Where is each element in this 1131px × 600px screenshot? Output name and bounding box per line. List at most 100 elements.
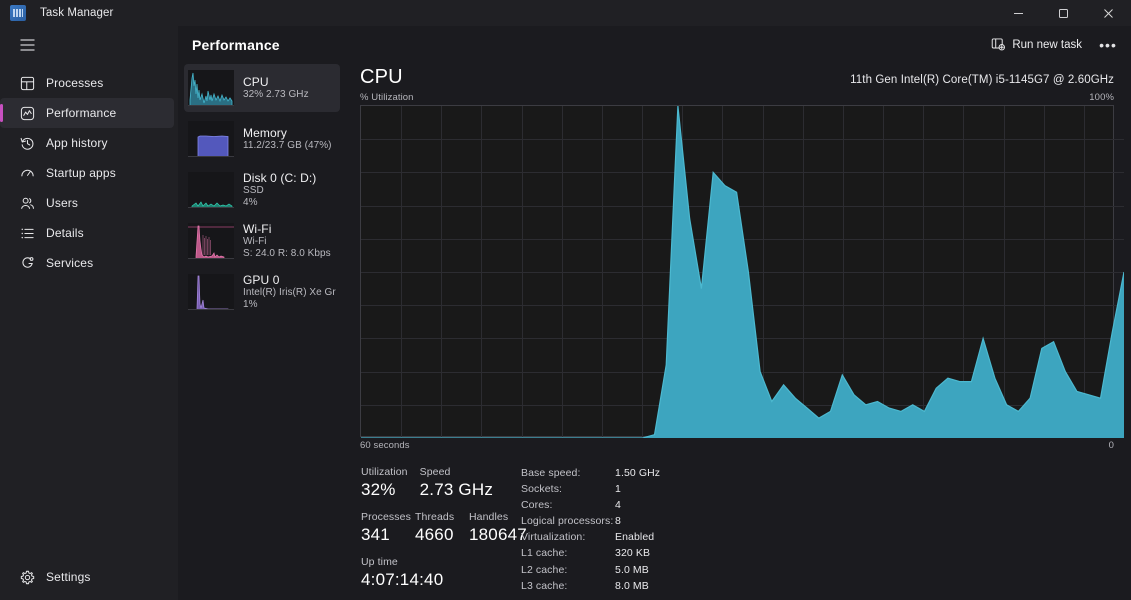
stat-key: L3 cache: <box>521 579 568 592</box>
window-title: Task Manager <box>40 7 114 19</box>
stat-value: 4:07:14:40 <box>361 570 444 589</box>
performance-content: CPU 32% 2.73 GHz Memory 11.2/23.7 GB (47… <box>178 64 1131 600</box>
stat-label: Threads <box>415 511 455 523</box>
stat-key: Logical processors: <box>521 515 614 528</box>
resource-line1: 32% 2.73 GHz <box>243 88 309 100</box>
sidebar-item-label: Startup apps <box>46 166 116 180</box>
resource-item-cpu[interactable]: CPU 32% 2.73 GHz <box>184 64 340 112</box>
resource-line1: Intel(R) Iris(R) Xe Gra… <box>243 286 336 298</box>
stat-key: Cores: <box>521 499 553 512</box>
resource-name: GPU 0 <box>243 272 280 287</box>
graph-axis-bottom: 60 seconds 0 <box>360 440 1114 451</box>
cpu-model-name: 11th Gen Intel(R) Core(TM) i5-1145G7 @ 2… <box>850 74 1114 86</box>
stat-key: L1 cache: <box>521 547 568 560</box>
sidebar-item-performance[interactable]: Performance <box>0 98 174 128</box>
sidebar-item-label: Performance <box>46 106 117 120</box>
stat-threads: Threads 4660 <box>415 510 457 546</box>
resource-item-memory[interactable]: Memory 11.2/23.7 GB (47%) <box>184 115 340 163</box>
stat-value: 4660 <box>415 525 454 544</box>
stats-left-column: Utilization 32% Speed 2.73 GHz Processes <box>361 465 527 600</box>
hamburger-menu-button[interactable] <box>0 26 178 64</box>
sidebar-item-users[interactable]: Users <box>0 188 174 218</box>
y-axis-max-label: 100% <box>1089 92 1114 103</box>
stats-group-counts: Processes 341 Threads 4660 Handles 18064… <box>361 510 527 546</box>
resource-line1: Wi-Fi <box>243 235 267 247</box>
stat-value: 8.0 MB <box>615 579 649 592</box>
stat-label: Up time <box>361 556 398 568</box>
minimize-icon[interactable] <box>996 0 1041 26</box>
gear-icon <box>12 570 42 585</box>
resource-name: Wi-Fi <box>243 221 272 236</box>
sidebar-item-app-history[interactable]: App history <box>0 128 174 158</box>
resource-meta: Memory 11.2/23.7 GB (47%) <box>243 126 332 153</box>
resource-line2: 4% <box>243 197 258 208</box>
task-manager-icon <box>10 5 26 21</box>
resource-line2: S: 24.0 R: 8.0 Kbps <box>243 248 331 259</box>
stat-uptime: Up time 4:07:14:40 <box>361 555 443 591</box>
processes-icon <box>12 76 42 91</box>
stat-label: Utilization <box>361 466 408 478</box>
stat-value: 320 KB <box>615 547 651 560</box>
chart-canvas <box>361 106 1124 438</box>
graph-axis-top: % Utilization 100% <box>360 92 1114 103</box>
stat-row: Virtualization: Enabled <box>521 529 660 545</box>
title-bar: Task Manager <box>0 0 1131 26</box>
stat-value: 180647 <box>469 525 527 544</box>
close-icon[interactable] <box>1086 0 1131 26</box>
stat-key: L2 cache: <box>521 563 568 576</box>
sidebar-item-details[interactable]: Details <box>0 218 174 248</box>
resource-name: Memory <box>243 125 287 140</box>
stat-row: Logical processors: 8 <box>521 513 660 529</box>
stat-value: 8 <box>615 515 621 528</box>
sidebar-item-startup-apps[interactable]: Startup apps <box>0 158 174 188</box>
stat-processes: Processes 341 <box>361 510 411 546</box>
stats-group-utilization: Utilization 32% Speed 2.73 GHz <box>361 465 511 501</box>
sidebar-item-label: Settings <box>46 570 91 584</box>
maximize-icon[interactable] <box>1041 0 1086 26</box>
sidebar-item-settings[interactable]: Settings <box>0 562 174 592</box>
sidebar-item-label: Processes <box>46 76 104 90</box>
history-icon <box>12 136 42 151</box>
x-axis-right-label: 0 <box>1108 440 1114 451</box>
more-options-button[interactable]: ••• <box>1093 31 1123 59</box>
gpu-thumbnail-graph <box>188 274 234 310</box>
services-icon <box>12 256 42 271</box>
stat-label: Speed <box>419 466 451 478</box>
stat-key: Virtualization: <box>521 531 586 544</box>
stat-row: Base speed: 1.50 GHz <box>521 465 660 481</box>
hamburger-icon <box>12 39 42 51</box>
cpu-utilization-chart[interactable] <box>360 105 1124 438</box>
resource-line2: 1% <box>243 299 258 310</box>
sidebar-item-label: Details <box>46 226 84 240</box>
run-new-task-button[interactable]: Run new task <box>982 31 1091 59</box>
graph-panel: CPU 11th Gen Intel(R) Core(TM) i5-1145G7… <box>344 64 1131 600</box>
performance-icon <box>12 106 42 121</box>
stat-value: 2.73 GHz <box>419 480 494 499</box>
graph-header: CPU 11th Gen Intel(R) Core(TM) i5-1145G7… <box>360 64 1114 90</box>
resource-meta: Wi-Fi Wi-Fi S: 24.0 R: 8.0 Kbps <box>243 222 331 261</box>
resource-item-wifi[interactable]: Wi-Fi Wi-Fi S: 24.0 R: 8.0 Kbps <box>184 217 340 265</box>
sidebar-item-services[interactable]: Services <box>0 248 174 278</box>
resource-name: CPU <box>243 74 269 89</box>
resource-meta: CPU 32% 2.73 GHz <box>243 75 309 102</box>
stat-value: 341 <box>361 525 390 544</box>
sidebar-item-processes[interactable]: Processes <box>0 68 174 98</box>
resource-line1: 11.2/23.7 GB (47%) <box>243 139 332 151</box>
sidebar-item-label: App history <box>46 136 108 150</box>
graph-title: CPU <box>360 66 403 88</box>
stat-row: Cores: 4 <box>521 497 660 513</box>
stat-key: Sockets: <box>521 483 563 496</box>
stat-value: 5.0 MB <box>615 563 649 576</box>
resource-item-gpu[interactable]: GPU 0 Intel(R) Iris(R) Xe Gra… 1% <box>184 268 340 316</box>
startup-icon <box>12 166 42 181</box>
stats-right-column: Base speed: 1.50 GHz Sockets: 1 Cores: 4 <box>521 465 660 600</box>
resource-item-disk[interactable]: Disk 0 (C: D:) SSD 4% <box>184 166 340 214</box>
stat-label: Processes <box>361 511 411 523</box>
toolbar: Performance Run new task ••• <box>178 26 1131 64</box>
stat-speed: Speed 2.73 GHz <box>420 465 493 501</box>
stat-row: Sockets: 1 <box>521 481 660 497</box>
stats-section: Utilization 32% Speed 2.73 GHz Processes <box>360 465 1114 600</box>
resource-name: Disk 0 (C: D:) <box>243 170 317 185</box>
memory-thumbnail-graph <box>188 121 234 157</box>
stats-group-uptime: Up time 4:07:14:40 <box>361 555 511 591</box>
